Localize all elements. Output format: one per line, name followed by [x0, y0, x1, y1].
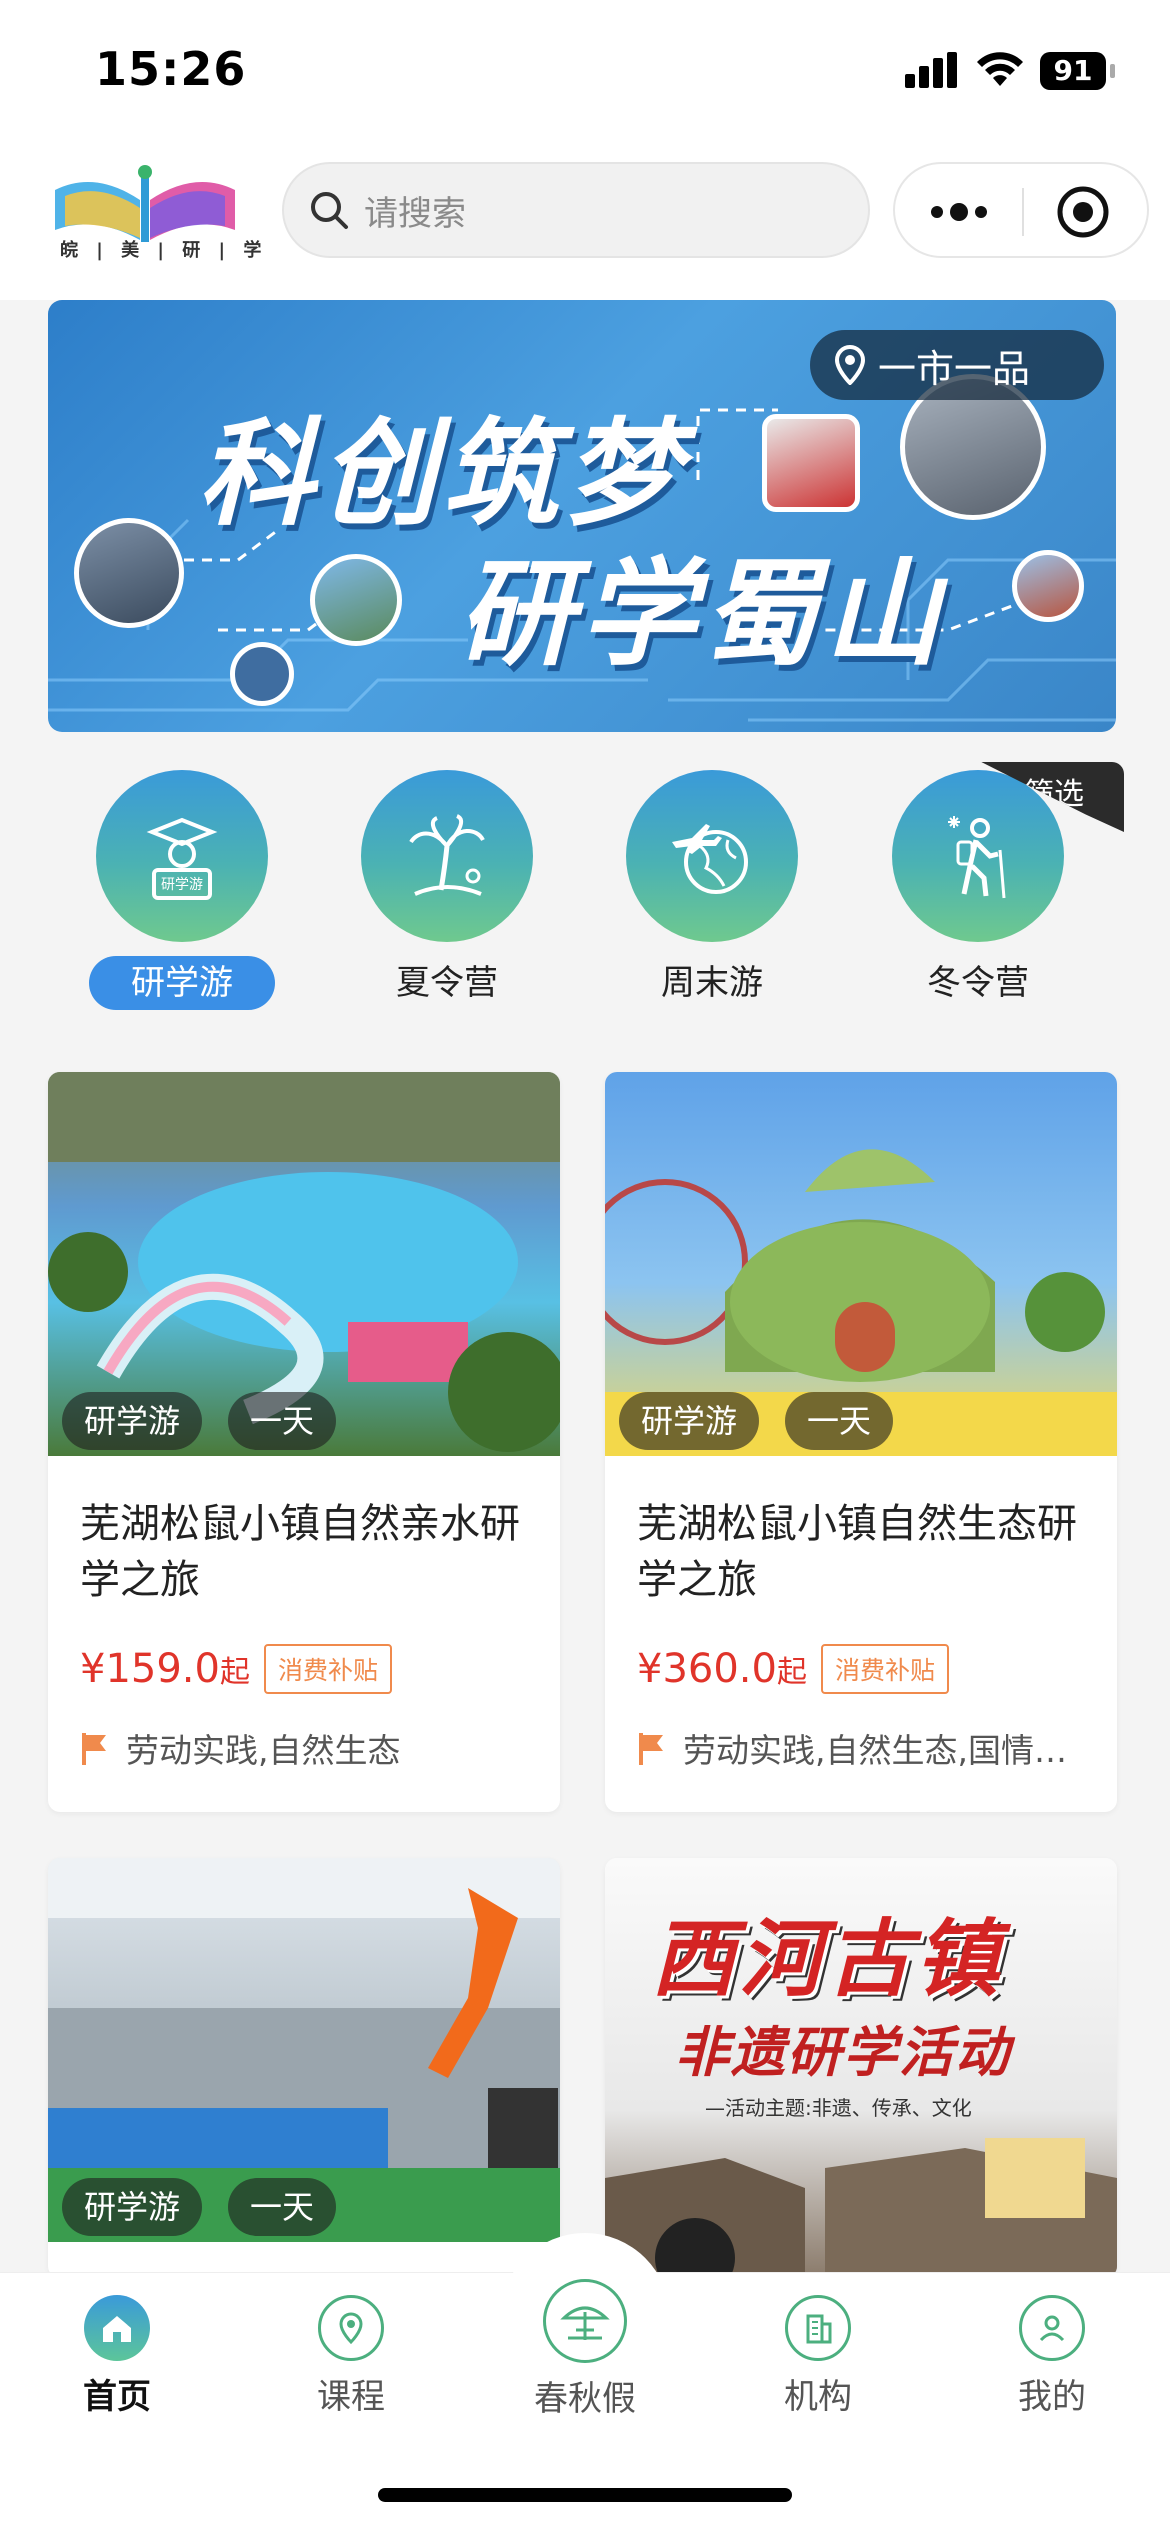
course-theme: 劳动实践,自然生态: [126, 1731, 401, 1770]
course-image: 研学游 一天: [605, 1072, 1117, 1456]
hiker-icon: [948, 816, 1006, 899]
banner-photo: [762, 414, 860, 512]
wifi-icon: [977, 52, 1023, 86]
tab-courses[interactable]: 课程: [271, 2295, 431, 2418]
location-pin-icon: [834, 345, 866, 385]
building-icon: [785, 2295, 851, 2361]
home-indicator: [378, 2488, 792, 2502]
tag-type: 研学游: [619, 1392, 760, 1450]
banner-photo: [74, 518, 184, 628]
tab-spring-autumn[interactable]: 春秋假: [505, 2279, 665, 2420]
course-theme: 劳动实践,自然生态,国情…: [683, 1731, 1067, 1770]
graduate-icon: 研学游: [146, 817, 218, 900]
beach-icon: [543, 2279, 627, 2363]
palm-tree-icon: [409, 814, 485, 896]
tab-label: 课程: [317, 2377, 385, 2417]
user-icon: [1019, 2295, 1085, 2361]
course-card[interactable]: 研学游 一天: [48, 1858, 560, 2278]
course-card[interactable]: 研学游 一天 芜湖松鼠小镇自然生态研学之旅 ¥360.0起 消费补贴 劳动实践,…: [605, 1072, 1117, 1812]
category-summer-camp[interactable]: 夏令营: [357, 770, 537, 1010]
logo-text: 皖 | 美 | 研 | 学: [60, 240, 268, 261]
status-bar: 15:26 91: [0, 0, 1170, 140]
course-price: ¥159.0起: [80, 1646, 250, 1692]
category-label: 夏令营: [396, 963, 498, 1003]
course-image: 西河古镇 非遗研学活动 —活动主题:非遗、传承、文化: [605, 1858, 1117, 2278]
tab-label: 机构: [784, 2377, 852, 2417]
mini-program-capsule: [893, 162, 1149, 258]
poster-subtitle: 非遗研学活动: [675, 2021, 1011, 2084]
promo-banner[interactable]: 科创筑梦 研学蜀山 一市一品: [48, 300, 1116, 732]
banner-photo: [230, 642, 294, 706]
category-label: 冬令营: [927, 963, 1029, 1003]
svg-text:研学游: 研学游: [161, 877, 203, 893]
search-icon: [311, 192, 348, 229]
tab-home[interactable]: 首页: [37, 2295, 197, 2418]
globe-plane-icon: [672, 824, 748, 894]
banner-photo: [1012, 550, 1084, 622]
poster-note: —活动主题:非遗、传承、文化: [705, 2096, 972, 2120]
category-label: 研学游: [89, 956, 275, 1010]
close-target-icon[interactable]: [1055, 184, 1111, 240]
course-card[interactable]: 西河古镇 非遗研学活动 —活动主题:非遗、传承、文化: [605, 1858, 1117, 2278]
banner-subtitle: 研学蜀山: [458, 547, 946, 682]
course-image: 研学游 一天: [48, 1858, 560, 2242]
tab-label: 首页: [83, 2377, 151, 2417]
category-winter-camp[interactable]: 冬令营: [888, 770, 1068, 1010]
search-placeholder: 请搜索: [364, 193, 466, 234]
app-header: 皖 | 美 | 研 | 学 请搜索: [0, 140, 1170, 300]
more-icon[interactable]: [929, 194, 989, 230]
battery-icon: 91: [1040, 52, 1106, 90]
tag-type: 研学游: [62, 1392, 203, 1450]
tab-profile[interactable]: 我的: [972, 2295, 1132, 2418]
location-badge[interactable]: 一市一品: [810, 330, 1104, 400]
tab-label: 我的: [1018, 2377, 1086, 2417]
course-title: 芜湖松鼠小镇自然生态研学之旅: [637, 1501, 1077, 1603]
subsidy-badge: 消费补贴: [820, 1644, 949, 1694]
search-input[interactable]: 请搜索: [282, 162, 870, 258]
tag-duration: 一天: [228, 2178, 337, 2236]
tag-duration: 一天: [228, 1392, 337, 1450]
flag-icon: [82, 1733, 106, 1765]
tag-duration: 一天: [785, 1392, 894, 1450]
flag-icon: [639, 1733, 663, 1765]
poster-title: 西河古镇: [651, 1910, 1004, 2008]
course-price: ¥360.0起: [637, 1646, 807, 1692]
category-row: 研学游 研学游 夏令营 周末游 冬令营 筛选: [0, 732, 1170, 1032]
banner-photo: [310, 554, 402, 646]
course-card[interactable]: 研学游 一天 芜湖松鼠小镇自然亲水研学之旅 ¥159.0起 消费补贴 劳动实践,…: [48, 1072, 560, 1812]
course-title: 芜湖松鼠小镇自然亲水研学之旅: [80, 1501, 520, 1603]
status-time: 15:26: [95, 42, 247, 96]
category-label: 周末游: [661, 963, 763, 1003]
location-badge-label: 一市一品: [878, 346, 1031, 391]
category-study-tour[interactable]: 研学游 研学游: [89, 770, 275, 1010]
tab-institutions[interactable]: 机构: [738, 2295, 898, 2418]
tag-type: 研学游: [62, 2178, 203, 2236]
tab-label: 春秋假: [534, 2379, 636, 2419]
subsidy-badge: 消费补贴: [263, 1644, 392, 1694]
home-icon: [84, 2295, 150, 2361]
location-icon: [318, 2295, 384, 2361]
course-image: 研学游 一天: [48, 1072, 560, 1456]
category-weekend-trip[interactable]: 周末游: [622, 770, 802, 1010]
